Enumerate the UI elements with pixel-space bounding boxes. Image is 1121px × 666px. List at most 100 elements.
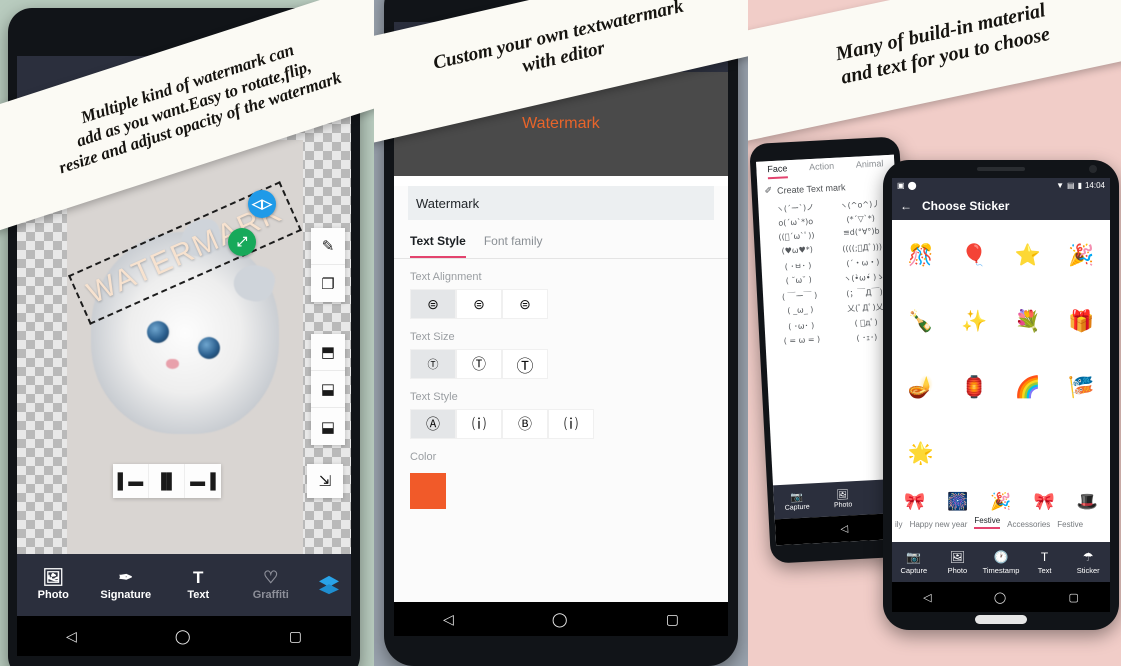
sticker-item[interactable]: [949, 422, 1001, 486]
recents-icon[interactable]: ▢: [666, 611, 679, 628]
home-icon[interactable]: ◯: [552, 611, 568, 628]
category-thumb[interactable]: 🎀: [1025, 492, 1064, 512]
font-a-icon[interactable]: Ⓐ: [410, 409, 456, 439]
sticker-item[interactable]: 🎊: [895, 224, 947, 288]
list-item[interactable]: ((ﾟ´ω`ﾟ)): [765, 229, 828, 243]
section-label-color: Color: [410, 451, 437, 463]
list-item[interactable]: o(´ω`*)o: [764, 216, 827, 228]
back-icon[interactable]: ◁: [66, 628, 77, 645]
color-swatch[interactable]: [410, 473, 446, 509]
back-icon[interactable]: ◁: [923, 591, 931, 604]
list-item[interactable]: ヽ(´ー`)ノ: [763, 201, 826, 215]
pencil-icon: ✐: [764, 185, 773, 196]
recents-icon[interactable]: ▢: [1068, 591, 1078, 604]
slant-icon[interactable]: ⒤: [548, 409, 594, 439]
sticker-item[interactable]: ⭐: [1002, 224, 1054, 288]
nav-item-timestamp[interactable]: 🕐 Timestamp: [979, 550, 1023, 575]
align-bottom-icon[interactable]: ⬓: [311, 408, 345, 445]
check-icon[interactable]: ✓: [328, 79, 341, 99]
sticker-item[interactable]: 🎈: [949, 224, 1001, 288]
category-thumb[interactable]: 🎩: [1068, 492, 1107, 512]
layers-icon[interactable]: [307, 575, 351, 595]
sticker-item[interactable]: 🍾: [895, 290, 947, 354]
nav-item-text[interactable]: T Text: [162, 569, 235, 601]
sticker-item[interactable]: 🎉: [1056, 224, 1108, 288]
sticker-item[interactable]: 🌟: [895, 422, 947, 486]
text-small-icon[interactable]: Ⓣ: [410, 349, 456, 379]
list-item[interactable]: ( ˘ω˘ ): [767, 274, 830, 288]
tab-animal[interactable]: Animal: [856, 158, 884, 174]
nav-item-sticker[interactable]: ☂ Sticker: [1066, 550, 1110, 575]
editor-canvas[interactable]: WATERMARK ✓ ◁▷ ⤢ ✎ ❐ ⬒ ⬓ ⬓ ▌▬ ▐▌ ▬▐ ⇲: [17, 106, 351, 606]
align-center-icon[interactable]: ⊜: [456, 289, 502, 319]
text-large-icon[interactable]: Ⓣ: [502, 349, 548, 379]
page-title: Choose Sticker: [922, 199, 1010, 213]
pencil-icon[interactable]: ✎: [311, 228, 345, 265]
home-icon[interactable]: ◯: [175, 628, 191, 645]
category-tab-accessories[interactable]: Accessories: [1007, 520, 1050, 529]
back-icon[interactable]: ◁: [443, 611, 454, 628]
category-tab-happy-new-year[interactable]: Happy new year: [910, 520, 968, 529]
category-tab-festive-2[interactable]: Festive: [1057, 520, 1083, 529]
category-thumb[interactable]: 🎆: [938, 492, 977, 512]
nav-item-photo[interactable]: 🖼 Photo: [819, 488, 866, 509]
sticker-item[interactable]: 🏮: [949, 356, 1001, 420]
tab-face[interactable]: Face: [767, 163, 788, 180]
watermark-text-input[interactable]: Watermark: [408, 186, 714, 220]
text-medium-icon[interactable]: Ⓣ: [456, 349, 502, 379]
nav-item-graffiti[interactable]: ♡ Graffiti: [235, 569, 308, 601]
nav-item-photo[interactable]: 🖼 Photo: [17, 569, 90, 601]
nav-item-capture[interactable]: 📷 Capture: [892, 550, 936, 575]
nav-label-text: Text: [187, 589, 210, 601]
align-top-icon[interactable]: ⬒: [311, 334, 345, 371]
category-thumb[interactable]: 🎉: [981, 492, 1020, 512]
align-right-icon[interactable]: ⊜: [502, 289, 548, 319]
category-tab-festive[interactable]: Festive: [974, 516, 1001, 529]
home-icon[interactable]: ◯: [994, 591, 1006, 604]
shrink-icon[interactable]: ⇲: [307, 464, 343, 498]
sticker-item[interactable]: 🎏: [1056, 356, 1108, 420]
align-right-icon[interactable]: ▬▐: [185, 464, 221, 498]
align-left-icon[interactable]: ▌▬: [113, 464, 149, 498]
list-item[interactable]: (♥ω♥*): [766, 244, 829, 258]
bold-icon[interactable]: Ⓑ: [502, 409, 548, 439]
nav-item-text[interactable]: T Text: [1023, 550, 1067, 575]
sticker-item[interactable]: 💐: [1002, 290, 1054, 354]
nav-item-capture[interactable]: 📷 Capture: [773, 491, 820, 512]
sticker-item[interactable]: 🎁: [1056, 290, 1108, 354]
align-middle-icon[interactable]: ⬓: [311, 371, 345, 408]
tab-font-family[interactable]: Font family: [484, 234, 543, 258]
check-icon[interactable]: ✓: [705, 45, 718, 65]
list-item[interactable]: ( = ω = ): [770, 334, 833, 348]
back-arrow-icon[interactable]: ←: [900, 199, 912, 213]
category-tab-family[interactable]: ily: [895, 520, 903, 529]
list-item[interactable]: ( ￣ー￣ ): [768, 289, 831, 303]
mid-app-bar: Watermark ✓: [394, 38, 728, 72]
nav-item-signature[interactable]: ✒ Signature: [90, 569, 163, 601]
sticker-item[interactable]: 🪔: [895, 356, 947, 420]
category-thumb[interactable]: 🎀: [895, 492, 934, 512]
recents-icon[interactable]: ▢: [289, 628, 302, 645]
banner-right-line-1: Many of build-in material: [833, 0, 1048, 65]
opacity-slider[interactable]: [75, 131, 275, 147]
list-item[interactable]: ( ･ㅂ･ ): [766, 259, 829, 273]
sticker-item[interactable]: [1056, 422, 1108, 486]
italic-icon[interactable]: ⒤: [456, 409, 502, 439]
sticker-item[interactable]: 🌈: [1002, 356, 1054, 420]
back-icon[interactable]: ◁: [840, 523, 848, 534]
battery-percent-label: 0%: [301, 59, 314, 69]
tab-action[interactable]: Action: [809, 161, 835, 177]
delete-handle-icon[interactable]: ✓: [79, 152, 101, 174]
flip-handle-icon[interactable]: ◁▷: [248, 190, 276, 218]
nav-item-photo[interactable]: 🖼 Photo: [936, 550, 980, 575]
list-item[interactable]: ( ･ω･ ): [769, 319, 832, 333]
copy-icon[interactable]: ❐: [311, 265, 345, 302]
slider-thumb[interactable]: [155, 132, 169, 146]
sticker-item[interactable]: ✨: [949, 290, 1001, 354]
sticker-item[interactable]: [1002, 422, 1054, 486]
list-item[interactable]: ( _ω_ ): [769, 304, 832, 318]
tab-text-style[interactable]: Text Style: [410, 234, 466, 258]
align-center-icon[interactable]: ▐▌: [149, 464, 185, 498]
align-left-icon[interactable]: ⊜: [410, 289, 456, 319]
resize-handle-icon[interactable]: ⤢: [228, 228, 256, 256]
